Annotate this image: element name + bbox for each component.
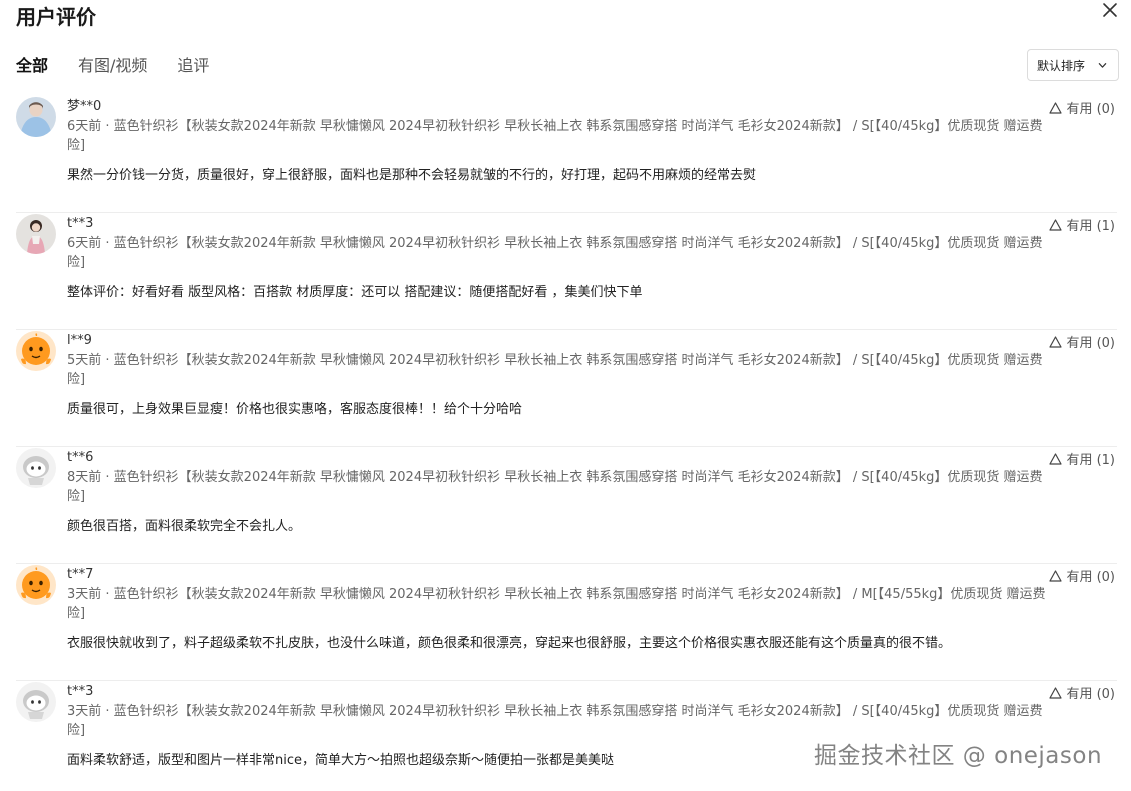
chevron-down-icon [1098, 63, 1107, 68]
user-avatar-image [16, 214, 56, 254]
avatar [16, 448, 56, 488]
review-content: 质量很可，上身效果巨显瘦！价格也很实惠咯，客服态度很棒！！给个十分哈哈 [67, 402, 523, 417]
gray-mascot-icon [16, 682, 56, 722]
filter-tabs: 全部 有图/视频 追评 [16, 54, 239, 78]
orange-mascot-icon [16, 565, 56, 605]
review-item: l**9 5天前 · 蓝色针织衫【秋装女款2024年新款 早秋慵懒风 2024早… [16, 330, 1117, 447]
useful-count: 有用 (0) [1066, 570, 1115, 585]
useful-count: 有用 (0) [1066, 102, 1115, 117]
reviews-panel: 用户评价 全部 有图/视频 追评 默认排序 梦**0 6天前 · 蓝色针织衫【秋… [0, 0, 1131, 791]
avatar [16, 682, 56, 722]
user-avatar-image [16, 97, 56, 137]
useful-count: 有用 (0) [1066, 687, 1115, 702]
triangle-icon [1049, 218, 1063, 231]
page-title: 用户评价 [16, 5, 96, 29]
review-username: t**3 [67, 684, 94, 699]
tab-all[interactable]: 全部 [16, 55, 48, 77]
sort-label: 默认排序 [1037, 58, 1086, 73]
tab-with-media[interactable]: 有图/视频 [78, 55, 147, 77]
close-icon[interactable] [1100, 0, 1120, 20]
review-meta: 6天前 · 蓝色针织衫【秋装女款2024年新款 早秋慵懒风 2024早初秋针织衫… [67, 119, 1043, 153]
review-meta: 8天前 · 蓝色针织衫【秋装女款2024年新款 早秋慵懒风 2024早初秋针织衫… [67, 470, 1043, 504]
useful-button[interactable]: 有用 (0) [1049, 683, 1115, 702]
review-content: 衣服很快就收到了，料子超级柔软不扎皮肤，也没什么味道，颜色很柔和很漂亮，穿起来也… [67, 636, 952, 651]
sort-dropdown[interactable]: 默认排序 [1027, 49, 1119, 81]
review-content: 颜色很百搭，面料很柔软完全不会扎人。 [67, 519, 302, 534]
tab-follow-up[interactable]: 追评 [177, 55, 209, 77]
review-content: 整体评价：好看好看 版型风格：百搭款 材质厚度：还可以 搭配建议：随便搭配好看 … [67, 285, 643, 300]
review-meta: 3天前 · 蓝色针织衫【秋装女款2024年新款 早秋慵懒风 2024早初秋针织衫… [67, 704, 1043, 738]
useful-button[interactable]: 有用 (0) [1049, 98, 1115, 117]
triangle-icon [1049, 452, 1063, 465]
review-content: 果然一分价钱一分货，质量很好，穿上很舒服，面料也是那种不会轻易就皱的不行的，好打… [67, 168, 757, 183]
review-item: 梦**0 6天前 · 蓝色针织衫【秋装女款2024年新款 早秋慵懒风 2024早… [16, 96, 1117, 213]
avatar [16, 565, 56, 605]
useful-count: 有用 (1) [1066, 219, 1115, 234]
avatar [16, 97, 56, 137]
useful-count: 有用 (0) [1066, 336, 1115, 351]
review-meta: 3天前 · 蓝色针织衫【秋装女款2024年新款 早秋慵懒风 2024早初秋针织衫… [67, 587, 1046, 621]
review-item: t**3 6天前 · 蓝色针织衫【秋装女款2024年新款 早秋慵懒风 2024早… [16, 213, 1117, 330]
review-item: t**6 8天前 · 蓝色针织衫【秋装女款2024年新款 早秋慵懒风 2024早… [16, 447, 1117, 564]
review-meta: 6天前 · 蓝色针织衫【秋装女款2024年新款 早秋慵懒风 2024早初秋针织衫… [67, 236, 1043, 270]
orange-mascot-icon [16, 331, 56, 371]
avatar [16, 331, 56, 371]
useful-button[interactable]: 有用 (1) [1049, 449, 1115, 468]
review-username: t**6 [67, 450, 94, 465]
review-username: l**9 [67, 333, 92, 348]
review-meta: 5天前 · 蓝色针织衫【秋装女款2024年新款 早秋慵懒风 2024早初秋针织衫… [67, 353, 1043, 387]
useful-button[interactable]: 有用 (0) [1049, 566, 1115, 585]
triangle-icon [1049, 569, 1063, 582]
review-item: t**7 3天前 · 蓝色针织衫【秋装女款2024年新款 早秋慵懒风 2024早… [16, 564, 1117, 681]
triangle-icon [1049, 101, 1063, 114]
triangle-icon [1049, 335, 1063, 348]
gray-mascot-icon [16, 448, 56, 488]
triangle-icon [1049, 686, 1063, 699]
review-list: 梦**0 6天前 · 蓝色针织衫【秋装女款2024年新款 早秋慵懒风 2024早… [0, 96, 1131, 791]
useful-button[interactable]: 有用 (0) [1049, 332, 1115, 351]
useful-count: 有用 (1) [1066, 453, 1115, 468]
watermark: 掘金技术社区 @ onejason [814, 743, 1103, 769]
useful-button[interactable]: 有用 (1) [1049, 215, 1115, 234]
review-username: t**3 [67, 216, 94, 231]
review-username: 梦**0 [67, 99, 102, 114]
avatar [16, 214, 56, 254]
review-username: t**7 [67, 567, 94, 582]
